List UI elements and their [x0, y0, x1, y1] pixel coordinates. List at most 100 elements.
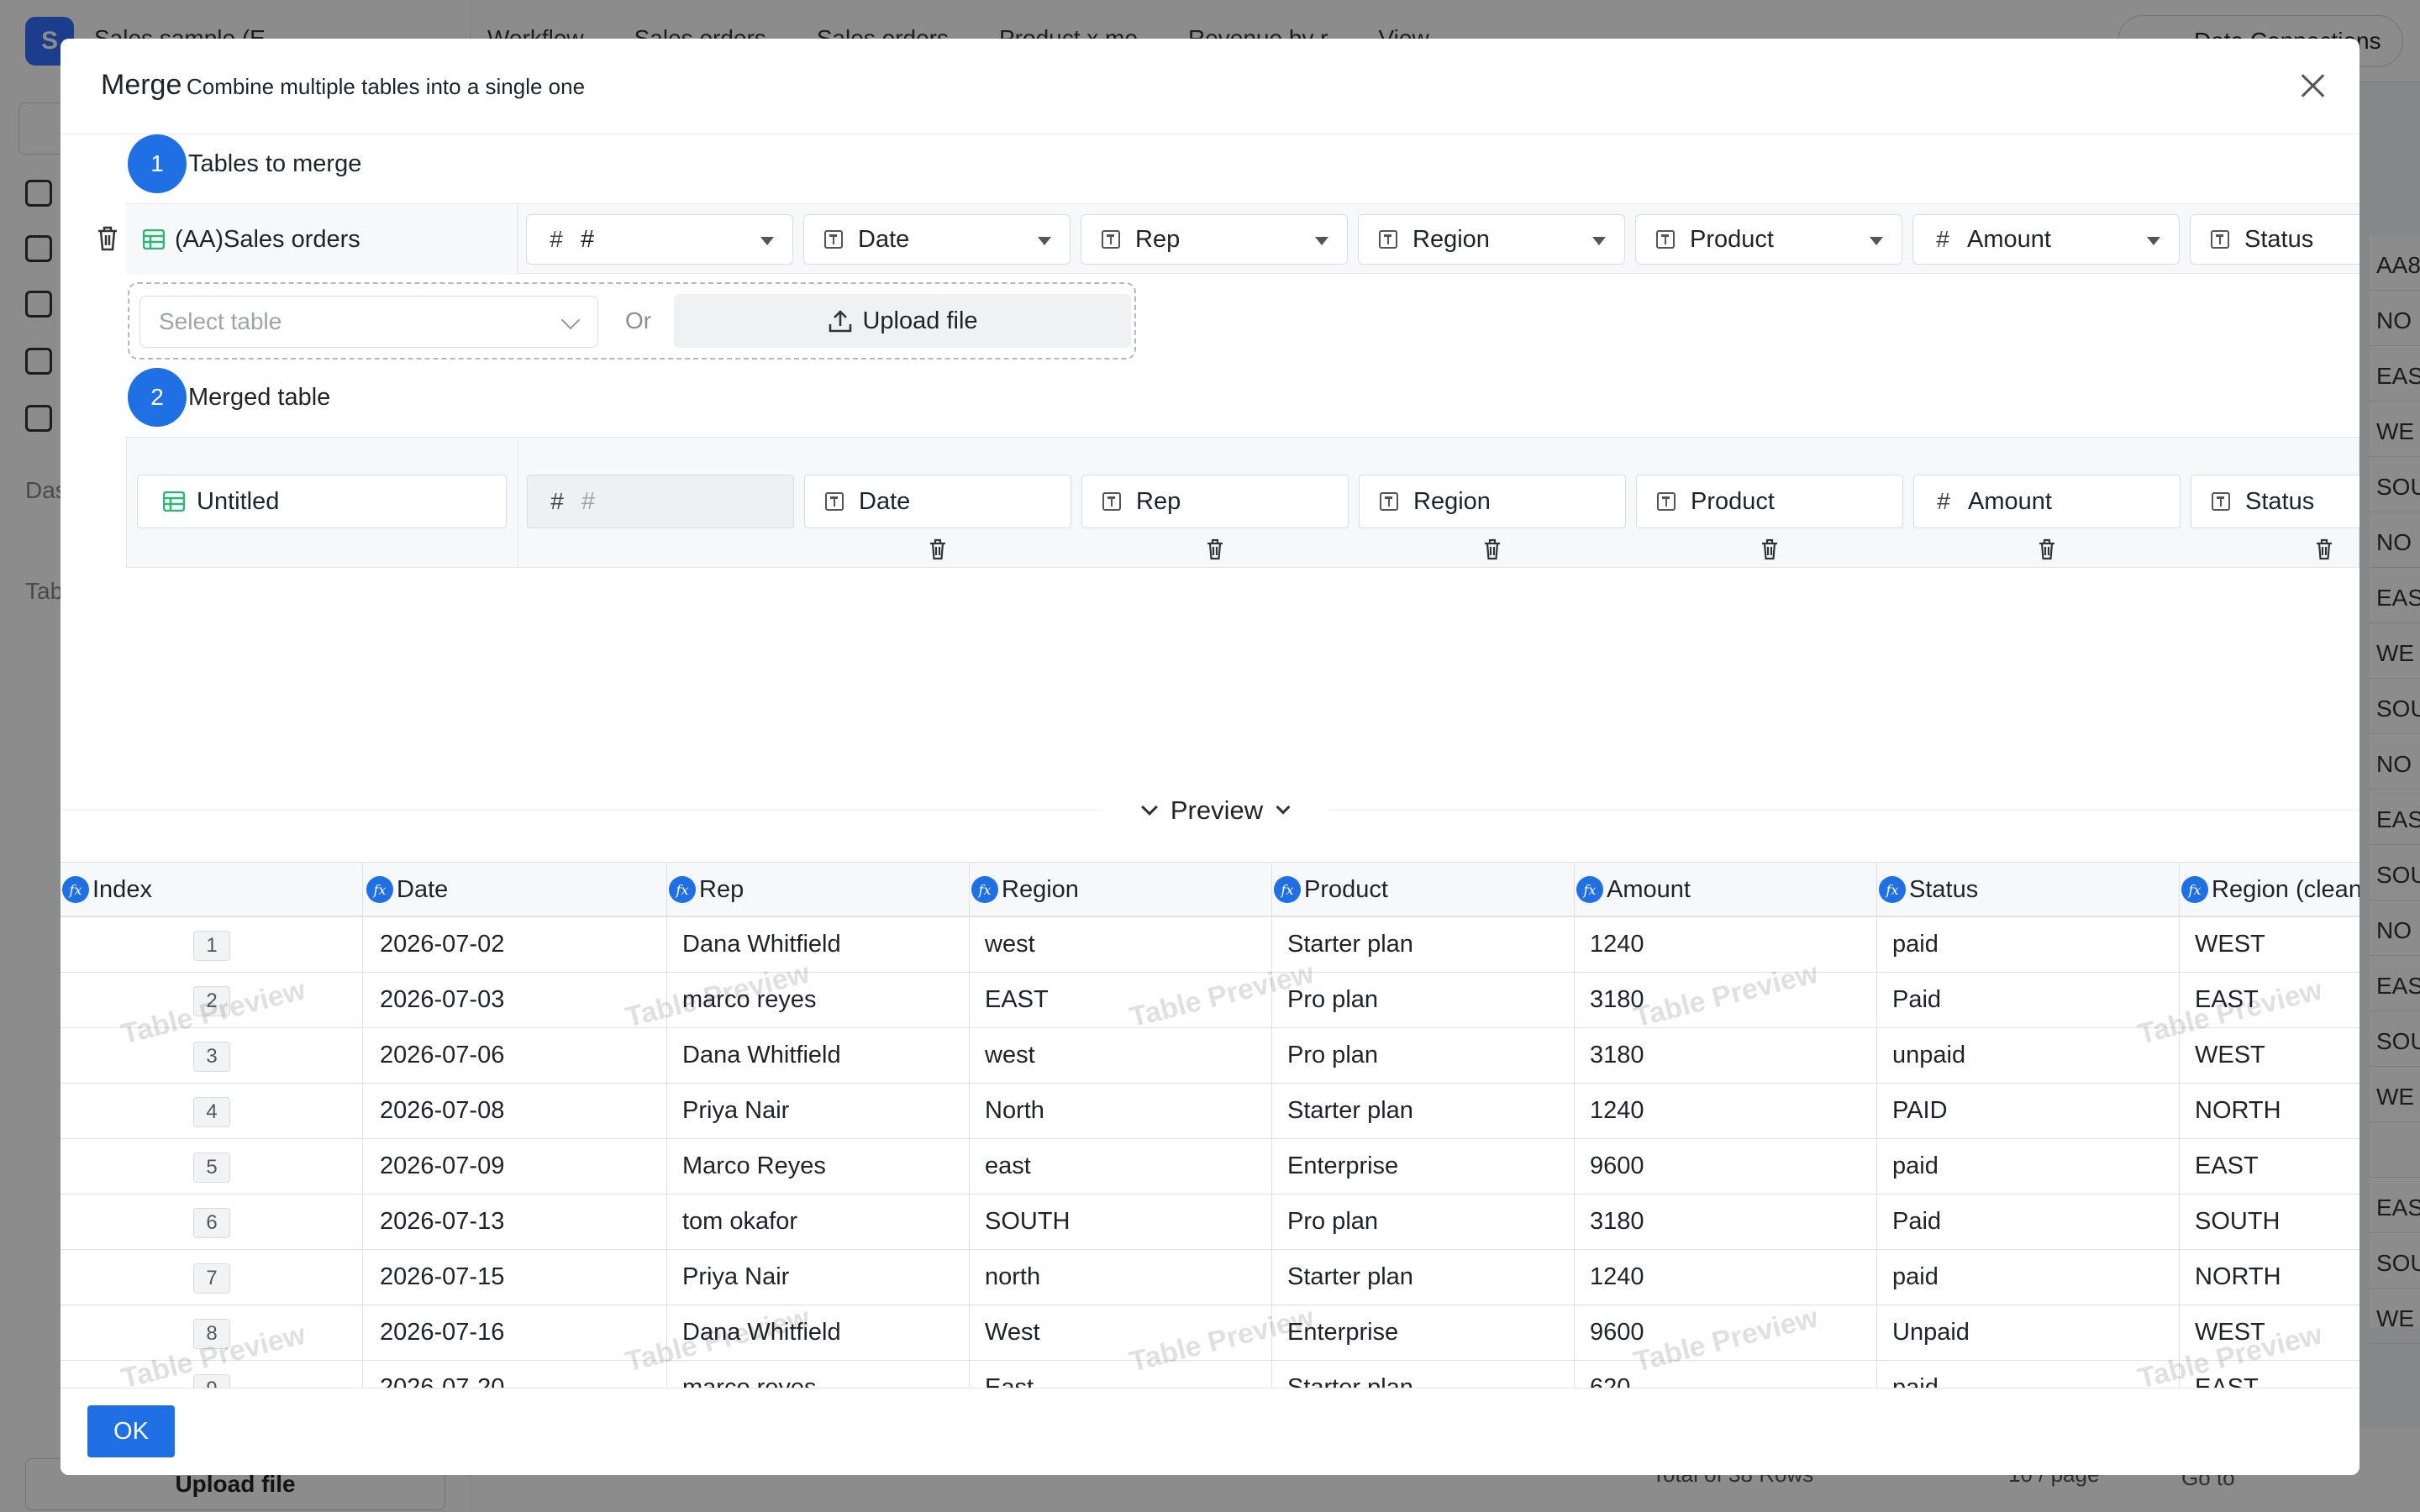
delete-table-icon[interactable]: [96, 225, 119, 252]
table-cell: Starter plan: [1272, 1250, 1575, 1305]
delete-column-icon[interactable]: [2315, 538, 2333, 560]
merged-column-input[interactable]: Rep: [1081, 475, 1349, 528]
table-cell: 2: [60, 973, 363, 1027]
table-cell: 9600: [1575, 1139, 1877, 1194]
header-label: Index: [92, 875, 152, 903]
delete-column-icon[interactable]: [1206, 538, 1224, 560]
table-row: 1 2026-07-02 Dana Whitfield west Starter pla…: [60, 917, 2360, 973]
close-icon[interactable]: [2296, 69, 2329, 102]
upload-file-button[interactable]: Upload file: [674, 294, 1131, 348]
step-number: 1: [128, 134, 187, 193]
merged-table-name-cell: Untitled: [127, 438, 518, 567]
preview-header-cell[interactable]: fx Amount: [1575, 863, 1877, 916]
table-cell: NORTH: [2180, 1250, 2360, 1305]
row-index-badge: 2: [193, 986, 230, 1016]
table-cell: 2026-07-15: [365, 1250, 667, 1305]
table-cell: 2026-07-13: [365, 1194, 667, 1249]
text-type-icon: [1378, 491, 1400, 512]
column-name: Date: [859, 487, 911, 515]
formula-icon: fx: [1274, 876, 1301, 903]
table-icon: [143, 229, 165, 249]
header-label: Amount: [1607, 875, 1691, 903]
row-index-badge: 7: [193, 1263, 230, 1294]
source-column-select[interactable]: Rep: [1081, 214, 1348, 265]
table-row: 8 2026-07-16 Dana Whitfield West Enterprise 9…: [60, 1305, 2360, 1361]
table-cell: EAST: [2180, 1139, 2360, 1194]
merged-column-input[interactable]: Product: [1636, 475, 1903, 528]
preview-header-cell[interactable]: fx Rep: [667, 863, 970, 916]
text-type-icon: [2210, 491, 2232, 512]
ok-button[interactable]: OK: [87, 1405, 175, 1457]
table-cell: Starter plan: [1272, 917, 1575, 972]
table-cell: EAST: [2180, 973, 2360, 1027]
column-name: #: [581, 225, 595, 253]
table-cell: west: [970, 1028, 1272, 1083]
delete-column-icon[interactable]: [929, 538, 947, 560]
preview-header-cell[interactable]: fx Index: [60, 863, 363, 916]
table-cell: SOUTH: [2180, 1194, 2360, 1249]
formula-icon: fx: [1879, 876, 1906, 903]
table-cell: 2026-07-08: [365, 1084, 667, 1138]
source-column-select[interactable]: # Amount: [1912, 214, 2180, 265]
table-cell: north: [970, 1250, 1272, 1305]
source-column-select[interactable]: # #: [526, 214, 793, 265]
table-cell: Unpaid: [1877, 1305, 2180, 1360]
dialog-header: Merge Combine multiple tables into a sin…: [60, 39, 2360, 134]
table-row: 6 2026-07-13 tom okafor SOUTH Pro plan 3180 Pa…: [60, 1194, 2360, 1250]
source-column-select[interactable]: Region: [1358, 214, 1625, 265]
merged-column-input[interactable]: Date: [804, 475, 1071, 528]
number-type-icon: #: [1937, 488, 1950, 514]
text-type-icon: [2209, 228, 2231, 250]
preview-toggle[interactable]: Preview: [1102, 791, 1329, 830]
table-row: 4 2026-07-08 Priya Nair North Starter plan 12…: [60, 1084, 2360, 1139]
table-cell: east: [970, 1139, 1272, 1194]
formula-icon: fx: [62, 876, 89, 903]
caret-down-icon: [1870, 237, 1883, 245]
preview-table: fx Index fx Date fx Rep fx Region fx Product fx Amo…: [60, 862, 2360, 1425]
source-column-select[interactable]: Status: [2190, 214, 2360, 265]
table-cell: Paid: [1877, 1194, 2180, 1249]
merged-table-name-input[interactable]: Untitled: [137, 475, 507, 528]
add-table-area: Select table Or Upload file: [128, 282, 1136, 360]
table-cell: North: [970, 1084, 1272, 1138]
merged-column-input[interactable]: # Amount: [1913, 475, 2181, 528]
table-cell: Marco Reyes: [667, 1139, 970, 1194]
row-index-badge: 6: [193, 1208, 230, 1238]
dialog-subtitle: Combine multiple tables into a single on…: [187, 74, 586, 99]
delete-column-icon[interactable]: [1760, 538, 1779, 560]
select-table-dropdown[interactable]: Select table: [139, 296, 598, 348]
merged-column-input[interactable]: Status: [2191, 475, 2360, 528]
source-column-select[interactable]: Product: [1635, 214, 1902, 265]
preview-header-cell[interactable]: fx Region: [970, 863, 1272, 916]
table-cell: paid: [1877, 1139, 2180, 1194]
step-label: Merged table: [188, 383, 331, 411]
upload-icon: [829, 310, 852, 333]
merged-table-config: Untitled # # Date Rep Region Product # Amount St…: [126, 437, 2360, 568]
delete-column-icon[interactable]: [1483, 538, 1502, 560]
preview-header-cell[interactable]: fx Status: [1877, 863, 2180, 916]
table-cell: 1240: [1575, 917, 1877, 972]
header-label: Date: [397, 875, 449, 903]
delete-column-icon[interactable]: [2038, 538, 2056, 560]
header-label: Rep: [699, 875, 744, 903]
row-index-badge: 5: [193, 1152, 230, 1183]
chevron-down-icon: [1140, 799, 1158, 816]
merge-dialog: Merge Combine multiple tables into a sin…: [60, 39, 2360, 1475]
preview-header-cell[interactable]: fx Date: [365, 863, 667, 916]
merged-column-input[interactable]: Region: [1359, 475, 1626, 528]
row-index-badge: 3: [193, 1042, 230, 1072]
table-cell: 5: [60, 1139, 363, 1194]
table-cell: Starter plan: [1272, 1084, 1575, 1138]
source-column-select[interactable]: Date: [803, 214, 1071, 265]
preview-header-cell[interactable]: fx Product: [1272, 863, 1575, 916]
header-label: Status: [1909, 875, 1979, 903]
formula-icon: fx: [1576, 876, 1603, 903]
preview-header-cell[interactable]: fx Region (clean: [2180, 863, 2360, 916]
table-cell: Pro plan: [1272, 1194, 1575, 1249]
column-name: Region: [1413, 487, 1491, 515]
table-cell: 2026-07-09: [365, 1139, 667, 1194]
text-type-icon: [823, 228, 844, 250]
caret-down-icon: [760, 237, 774, 245]
dialog-title: Merge: [101, 69, 182, 101]
table-cell: unpaid: [1877, 1028, 2180, 1083]
